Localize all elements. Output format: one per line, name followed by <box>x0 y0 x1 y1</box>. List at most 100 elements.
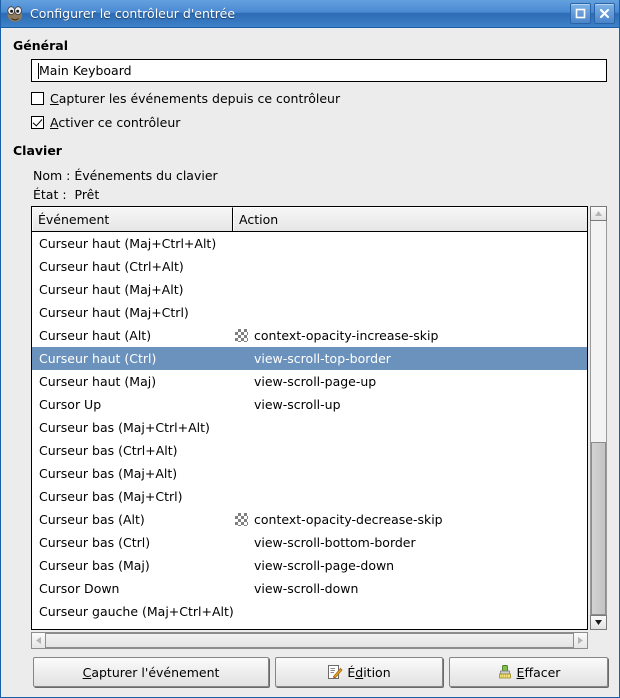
capture-event-button[interactable]: Capturer l'événement <box>33 657 269 687</box>
table-row[interactable]: Cursor Up view-scroll-up <box>32 393 587 416</box>
edit-button-rest: ition <box>363 665 390 680</box>
table-row[interactable]: Curseur haut (Maj+Ctrl) <box>32 301 587 324</box>
table-row[interactable]: Curseur bas (Maj+Ctrl+Alt) <box>32 416 587 439</box>
column-header-action[interactable]: Action <box>233 207 587 231</box>
table-row[interactable]: Curseur bas (Ctrl+Alt) <box>32 439 587 462</box>
scroll-left-arrow-icon[interactable] <box>31 632 46 649</box>
blank-icon <box>235 444 248 457</box>
blank-icon <box>235 237 248 250</box>
table-row[interactable]: Curseur haut (Alt)context-opacity-increa… <box>32 324 587 347</box>
cell-event: Curseur haut (Ctrl+Alt) <box>32 259 233 274</box>
scroll-up-arrow-icon[interactable] <box>590 206 607 221</box>
edit-button-mnemonic: d <box>355 665 363 680</box>
event-table-body: Curseur haut (Maj+Ctrl+Alt) Curseur haut … <box>32 232 587 629</box>
cell-event: Curseur bas (Maj) <box>32 558 233 573</box>
edit-pencil-icon <box>327 664 343 680</box>
general-heading: Général <box>13 38 609 53</box>
cell-event: Curseur haut (Alt) <box>32 328 233 343</box>
table-row[interactable]: Curseur haut (Maj+Ctrl+Alt) <box>32 232 587 255</box>
table-row[interactable]: Curseur bas (Maj+Ctrl) <box>32 485 587 508</box>
horizontal-scrollbar[interactable] <box>31 632 588 649</box>
blank-icon <box>235 605 248 618</box>
dialog-window: Configurer le contrôleur d'entrée Généra… <box>0 0 620 698</box>
blank-icon <box>235 398 248 411</box>
table-row[interactable]: Curseur haut (Ctrl+Alt) <box>32 255 587 278</box>
vertical-scrollbar[interactable] <box>590 206 607 630</box>
cell-event: Curseur haut (Maj) <box>32 374 233 389</box>
cell-action <box>233 605 587 618</box>
wilber-icon <box>6 5 24 23</box>
controller-name-input[interactable]: Main Keyboard <box>31 59 607 82</box>
capture-mnemonic: C <box>50 91 59 106</box>
cell-action-label: view-scroll-up <box>254 397 341 412</box>
cell-event: Curseur gauche (Ctrl+Alt) <box>32 627 233 629</box>
controller-name-value: Main Keyboard <box>39 63 132 78</box>
clear-button[interactable]: Effacer <box>449 657 608 687</box>
table-row[interactable]: Curseur bas (Maj)view-scroll-page-down <box>32 554 587 577</box>
cell-action: context-opacity-increase-skip <box>233 328 587 343</box>
capture-events-checkbox[interactable] <box>31 92 44 105</box>
blank-icon <box>235 628 248 629</box>
dialog-button-bar: Capturer l'événement Édition <box>1 649 619 697</box>
table-row[interactable]: Curseur gauche (Maj+Ctrl+Alt) <box>32 600 587 623</box>
event-table-header: Événement Action <box>32 207 587 232</box>
blank-icon <box>235 283 248 296</box>
enable-controller-checkbox[interactable] <box>31 116 44 129</box>
table-row[interactable]: Curseur bas (Maj+Alt) <box>32 462 587 485</box>
horizontal-scroll-thumb[interactable] <box>46 633 573 648</box>
cell-action-label: view-scroll-down <box>254 581 358 596</box>
cell-action <box>233 283 587 296</box>
cell-action: view-scroll-top-border <box>233 351 587 366</box>
blank-icon <box>235 490 248 503</box>
keyboard-state-value: Prêt <box>75 187 100 202</box>
checker-swatch-icon <box>235 513 248 526</box>
blank-icon <box>235 536 248 549</box>
cell-event: Curseur bas (Alt) <box>32 512 233 527</box>
checkbox-row-capture[interactable]: Capturer les événements depuis ce contrô… <box>31 91 609 106</box>
blank-icon <box>235 306 248 319</box>
cell-action-label: view-scroll-top-border <box>254 351 391 366</box>
blank-icon <box>235 421 248 434</box>
vertical-scroll-trough[interactable] <box>590 221 607 615</box>
clear-button-label: Effacer <box>517 665 561 680</box>
cell-action-label: context-opacity-decrease-skip <box>254 512 443 527</box>
clear-button-rest: ffacer <box>524 665 560 680</box>
column-header-event[interactable]: Événement <box>32 207 233 231</box>
cell-event: Curseur bas (Maj+Ctrl) <box>32 489 233 504</box>
table-row[interactable]: Curseur haut (Ctrl)view-scroll-top-borde… <box>32 347 587 370</box>
table-row[interactable]: Curseur bas (Ctrl) view-scroll-bottom-bor… <box>32 531 587 554</box>
table-row[interactable]: Curseur bas (Alt) context-opacity-decreas… <box>32 508 587 531</box>
maximize-icon[interactable] <box>570 3 591 24</box>
cell-action <box>233 628 587 629</box>
cell-event: Cursor Up <box>32 397 233 412</box>
eraser-brush-icon <box>497 664 513 680</box>
cell-event: Curseur bas (Ctrl) <box>32 535 233 550</box>
enable-label-rest: ctiver ce contrôleur <box>58 115 180 130</box>
event-table-area: Événement Action Curseur haut (Maj+Ctrl+… <box>31 206 607 649</box>
cell-event: Curseur haut (Maj+Ctrl+Alt) <box>32 236 233 251</box>
capture-button-rest: apturer l'événement <box>91 665 219 680</box>
table-row[interactable]: Curseur gauche (Ctrl+Alt) <box>32 623 587 629</box>
table-row[interactable]: Curseur haut (Maj+Alt) <box>32 278 587 301</box>
cell-action: view-scroll-page-up <box>233 374 587 389</box>
close-icon[interactable] <box>594 3 615 24</box>
cell-event: Cursor Down <box>32 581 233 596</box>
scroll-down-arrow-icon[interactable] <box>590 615 607 630</box>
scroll-right-arrow-icon[interactable] <box>573 632 588 649</box>
vertical-scroll-thumb[interactable] <box>591 442 606 615</box>
table-row[interactable]: Curseur haut (Maj)view-scroll-page-up <box>32 370 587 393</box>
edit-button[interactable]: Édition <box>275 657 443 687</box>
cell-action: view-scroll-up <box>233 397 587 412</box>
capture-event-button-label: Capturer l'événement <box>83 665 220 680</box>
table-row[interactable]: Cursor Down view-scroll-down <box>32 577 587 600</box>
blank-icon <box>235 260 248 273</box>
cell-event: Curseur bas (Ctrl+Alt) <box>32 443 233 458</box>
cell-action-label: view-scroll-bottom-border <box>254 535 416 550</box>
keyboard-state-row: État : Prêt <box>33 187 609 202</box>
event-table: Événement Action Curseur haut (Maj+Ctrl+… <box>31 206 588 630</box>
blank-icon <box>235 582 248 595</box>
keyboard-name-row: Nom : Événements du clavier <box>33 168 609 183</box>
checkbox-row-enable[interactable]: Activer ce contrôleur <box>31 115 609 130</box>
horizontal-scroll-trough[interactable] <box>46 632 573 649</box>
cell-event: Curseur haut (Maj+Alt) <box>32 282 233 297</box>
